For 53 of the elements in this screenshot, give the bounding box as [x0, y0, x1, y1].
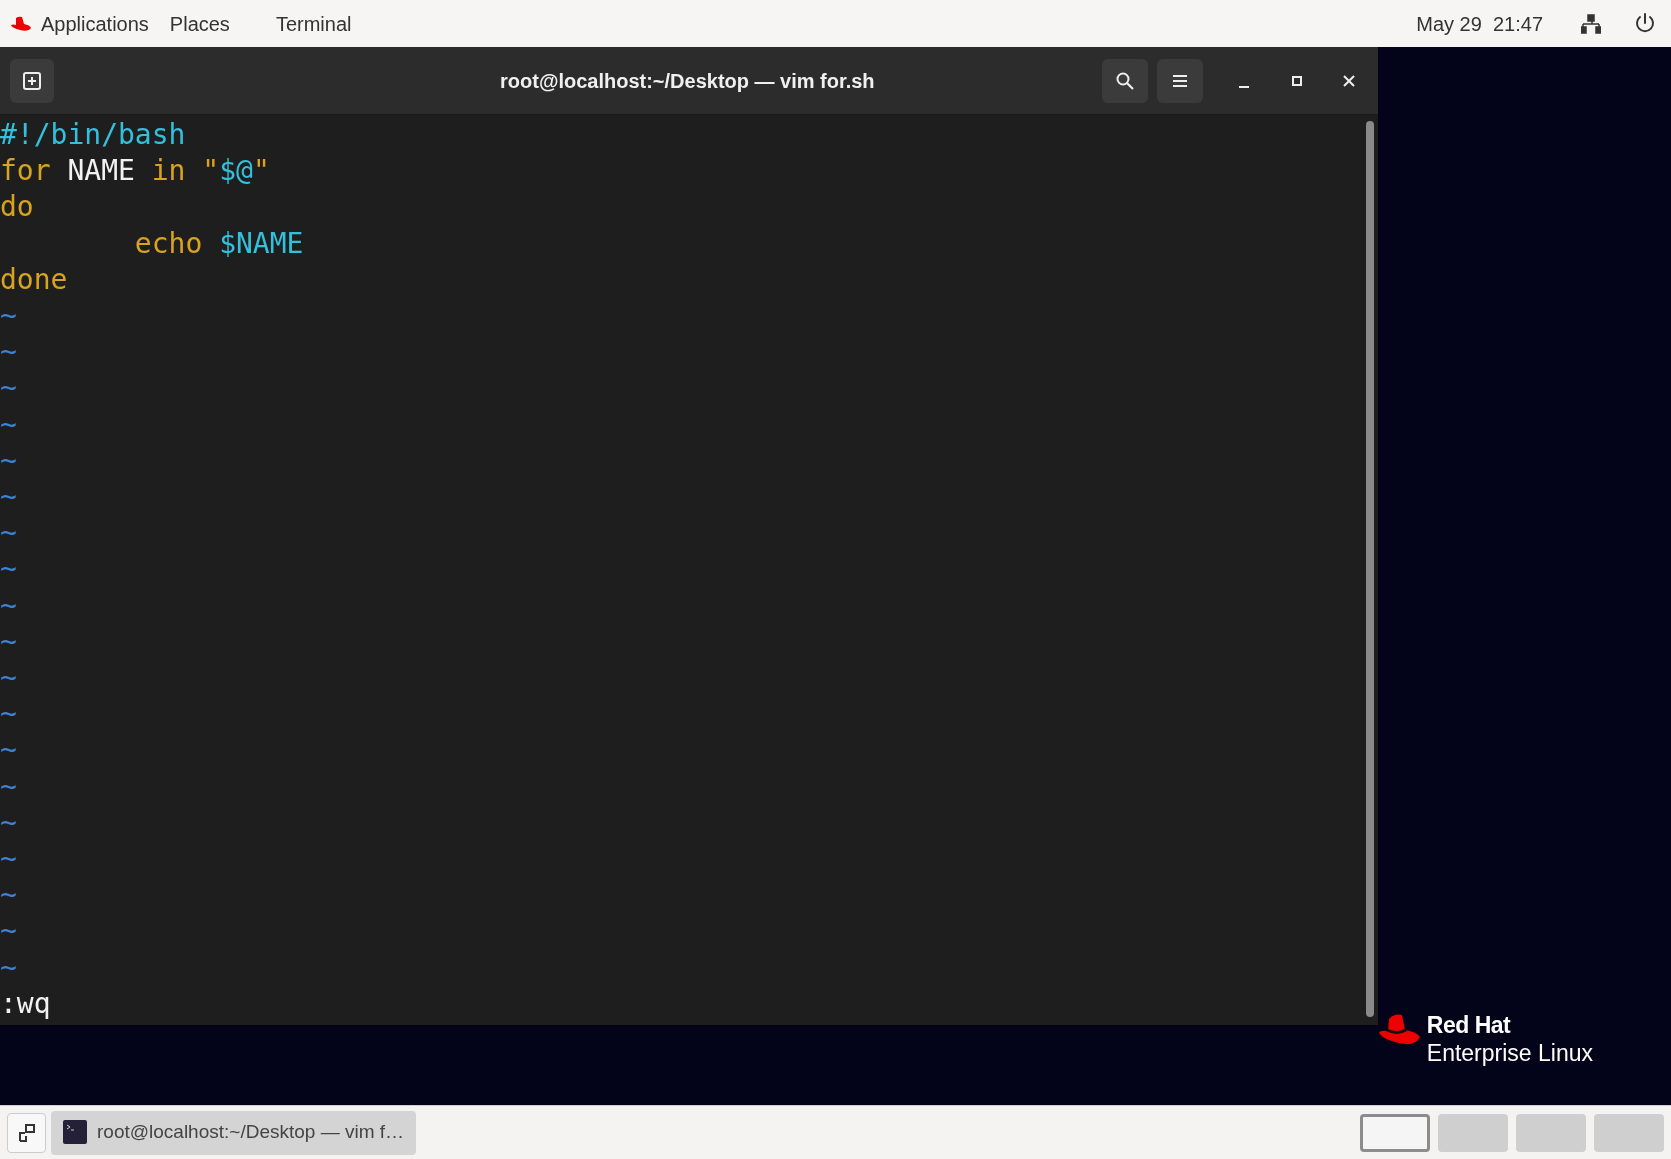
empty-line-tilde: ~: [0, 768, 17, 805]
code-line: done: [0, 261, 68, 298]
empty-line-tilde: ~: [0, 479, 17, 516]
menu-icon: [1173, 73, 1187, 88]
terminal-icon: [63, 1119, 87, 1146]
plus-square-icon: [22, 70, 42, 91]
workspace-thumbnail[interactable]: [1594, 1113, 1664, 1152]
empty-line-tilde: ~: [0, 587, 17, 624]
empty-line-tilde: ~: [0, 913, 17, 950]
terminal-app-menu[interactable]: Terminal: [275, 8, 352, 39]
empty-line-tilde: ~: [0, 551, 17, 588]
clock[interactable]: May 29 21:47: [1416, 8, 1543, 39]
brand-name: Red Hat: [1426, 1011, 1512, 1039]
empty-line-tilde: ~: [0, 623, 17, 660]
empty-line-tilde: ~: [0, 442, 17, 479]
empty-line-tilde: ~: [0, 877, 17, 914]
workspace-thumbnail[interactable]: [1516, 1113, 1586, 1152]
places-menu[interactable]: Places: [169, 8, 230, 39]
window-title: root@localhost:~/Desktop — vim for.sh: [500, 68, 875, 94]
workspace-thumbnail[interactable]: [1438, 1113, 1508, 1152]
search-icon: [1116, 71, 1134, 90]
show-desktop-button[interactable]: [7, 1112, 46, 1153]
minimize-icon: [1239, 85, 1249, 88]
power-icon[interactable]: [1635, 13, 1655, 34]
empty-line-tilde: ~: [0, 841, 17, 878]
empty-line-tilde: ~: [0, 949, 17, 986]
command-line: :wq: [0, 985, 51, 1022]
empty-line-tilde: ~: [0, 406, 17, 443]
empty-line-tilde: ~: [0, 660, 17, 697]
workspace-thumbnail[interactable]: [1360, 1113, 1430, 1152]
empty-line-tilde: ~: [0, 804, 17, 841]
windows-icon: [17, 1123, 36, 1142]
empty-line-tilde: ~: [0, 696, 17, 733]
code-line: do: [0, 189, 34, 226]
hat-icon: [10, 15, 32, 32]
menu-button[interactable]: [1157, 58, 1203, 103]
close-icon: [1343, 74, 1355, 87]
new-tab-button[interactable]: [10, 58, 54, 103]
scrollbar-thumb[interactable]: [1366, 121, 1374, 1017]
empty-line-tilde: ~: [0, 334, 17, 371]
product-name: Enterprise Linux: [1426, 1039, 1593, 1067]
empty-line-tilde: ~: [0, 515, 17, 552]
empty-line-tilde: ~: [0, 732, 17, 769]
code-line: #!/bin/bash: [0, 117, 186, 153]
code-line: for NAME in "$@": [0, 153, 270, 190]
network-icon[interactable]: [1581, 13, 1601, 34]
search-button[interactable]: [1102, 58, 1148, 103]
empty-line-tilde: ~: [0, 298, 17, 334]
code-line: echo $NAME: [133, 225, 304, 262]
applications-menu[interactable]: Applications: [41, 8, 149, 39]
empty-line-tilde: ~: [0, 370, 17, 407]
maximize-icon: [1291, 74, 1303, 87]
task-button[interactable]: root@localhost:~/Desktop — vim f…: [51, 1110, 417, 1155]
